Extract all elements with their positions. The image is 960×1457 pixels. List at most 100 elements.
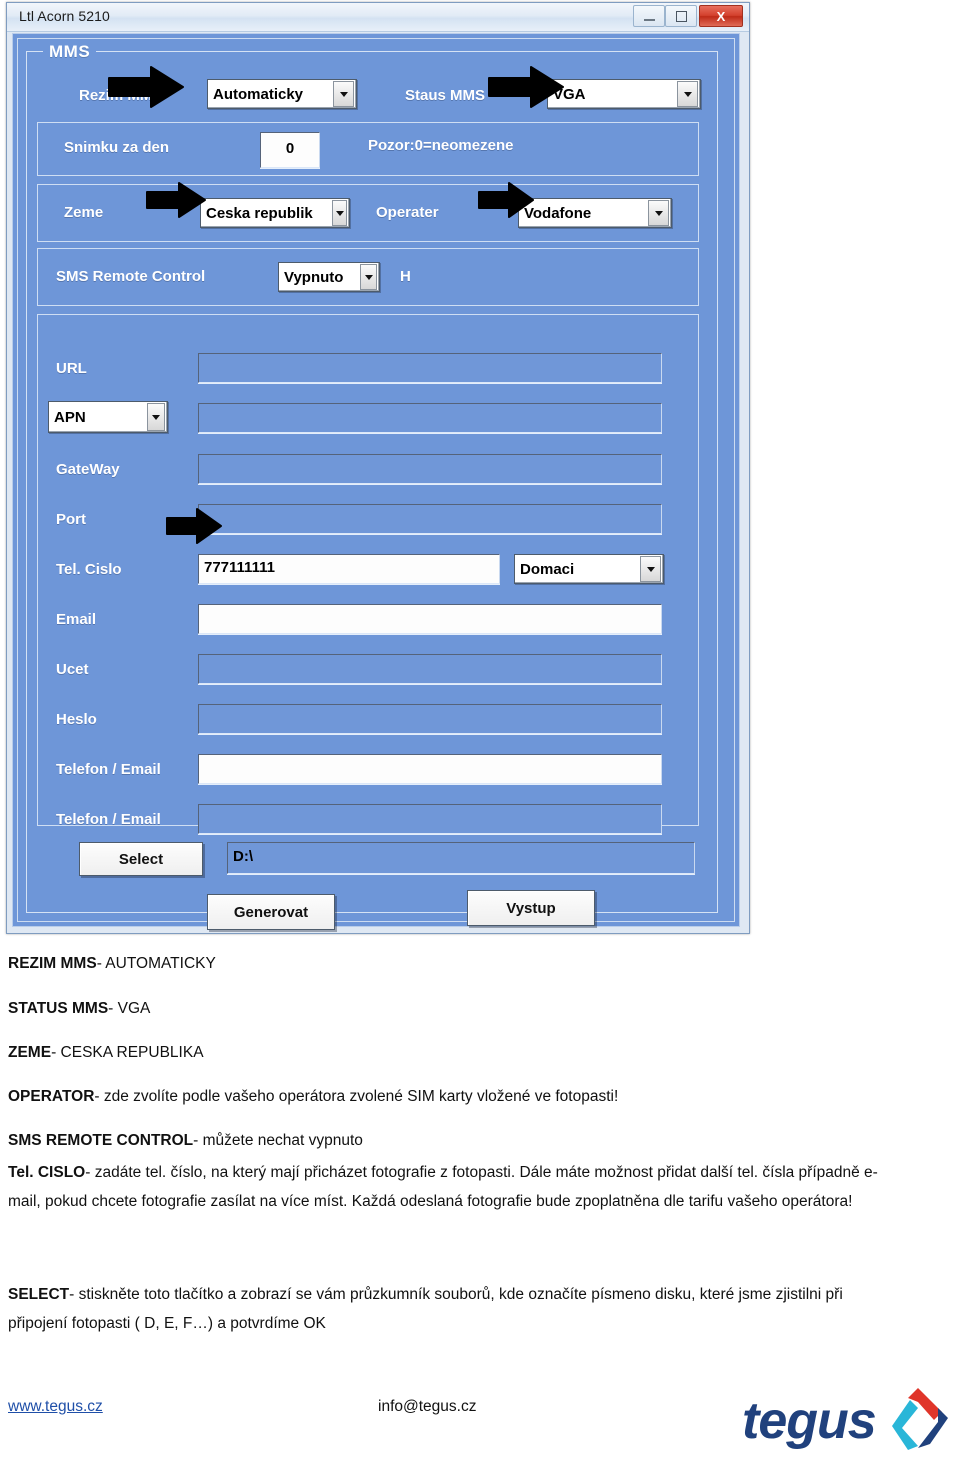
annotation-arrow-tel-cislo — [165, 507, 223, 545]
tel-cislo-mode-combo[interactable]: Domaci — [514, 554, 664, 584]
doc-paragraph-tel-cislo-text: - zadáte tel. číslo, na který mají přich… — [8, 1164, 878, 1210]
operater-combo[interactable]: Vodafone — [518, 198, 672, 228]
ucet-input[interactable] — [198, 654, 662, 684]
window-titlebar[interactable]: Ltl Acorn 5210 X — [7, 3, 749, 32]
staus-mms-value: VGA — [553, 85, 586, 103]
minimize-icon — [643, 18, 655, 21]
chevron-down-icon[interactable] — [677, 81, 698, 107]
apn-combo[interactable]: APN — [48, 401, 168, 433]
select-button[interactable]: Select — [79, 842, 203, 876]
network-fields-panel: URL APN GateWay Port Tel. Cislo 77711111… — [37, 314, 699, 834]
gateway-input[interactable] — [198, 454, 662, 484]
annotation-arrow-rezim-mms — [107, 65, 185, 109]
doc-paragraph-select-text: - stiskněte toto tlačítko a zobrazí se v… — [8, 1286, 843, 1332]
port-input[interactable] — [198, 504, 662, 534]
window-client-area: MMS Rezim MMS Automaticky Staus MMS VGA … — [12, 33, 740, 930]
doc-line-status: STATUS MMS- VGA — [8, 1000, 150, 1018]
close-button[interactable]: X — [699, 5, 743, 27]
doc-line-zeme-text: - CESKA REPUBLIKA — [51, 1044, 204, 1061]
staus-mms-label: Staus MMS — [405, 87, 486, 104]
staus-mms-combo[interactable]: VGA — [547, 79, 701, 109]
doc-paragraph-tel-cislo-term: Tel. CISLO — [8, 1164, 86, 1181]
window-title: Ltl Acorn 5210 — [19, 8, 110, 24]
doc-line-rezim-term: REZIM MMS — [8, 955, 97, 972]
doc-line-zeme: ZEME- CESKA REPUBLIKA — [8, 1044, 204, 1062]
telefon-email-2-input[interactable] — [198, 804, 662, 834]
doc-line-sms-remote: SMS REMOTE CONTROL- můžete nechat vypnut… — [8, 1132, 363, 1150]
ltl-acorn-application-window: Ltl Acorn 5210 X MMS Rezim MMS Automatic… — [6, 2, 750, 934]
doc-line-rezim-text: - AUTOMATICKY — [96, 955, 216, 972]
close-icon: X — [716, 8, 726, 24]
sms-remote-control-label: SMS Remote Control — [56, 268, 206, 285]
doc-paragraph-tel-cislo: Tel. CISLO- zadáte tel. číslo, na který … — [8, 1158, 898, 1216]
zeme-label: Zeme — [64, 204, 104, 221]
tel-cislo-input[interactable]: 777111111 — [198, 554, 500, 584]
chevron-down-icon[interactable] — [640, 556, 661, 582]
operater-value: Vodafone — [524, 204, 592, 222]
vystup-button[interactable]: Vystup — [467, 890, 595, 926]
sms-remote-control-value: Vypnuto — [284, 268, 344, 286]
apn-input[interactable] — [198, 403, 662, 433]
url-input[interactable] — [198, 353, 662, 383]
doc-line-sms-remote-term: SMS REMOTE CONTROL — [8, 1132, 194, 1149]
doc-paragraph-select: SELECT- stiskněte toto tlačítko a zobraz… — [8, 1280, 898, 1338]
tel-cislo-label: Tel. Cislo — [56, 561, 122, 578]
email-label: Email — [56, 611, 97, 628]
doc-line-rezim: REZIM MMS- AUTOMATICKY — [8, 955, 216, 973]
chevron-down-icon[interactable] — [333, 81, 354, 107]
minimize-button[interactable] — [633, 5, 665, 27]
sms-remote-control-combo[interactable]: Vypnuto — [278, 262, 380, 292]
zeme-operater-panel: Zeme Ceska republik Operater Vodafone — [37, 184, 699, 242]
doc-line-operator-text: - zde zvolíte podle vašeho operátora zvo… — [94, 1088, 619, 1105]
telefon-email-1-input[interactable] — [198, 754, 662, 784]
sms-remote-unit-label: H — [400, 268, 411, 285]
mms-groupbox-legend: MMS — [43, 42, 97, 62]
gateway-label: GateWay — [56, 461, 120, 478]
chevron-down-icon[interactable] — [332, 200, 347, 226]
zeme-value: Ceska republik — [206, 204, 313, 222]
sms-remote-panel: SMS Remote Control Vypnuto H — [37, 248, 699, 306]
rezim-mms-value: Automaticky — [213, 85, 304, 103]
footer-website-link[interactable]: www.tegus.cz — [8, 1398, 103, 1416]
svg-text:tegus: tegus — [742, 1392, 876, 1450]
window-inner-panel: MMS Rezim MMS Automaticky Staus MMS VGA … — [17, 38, 735, 930]
generovat-button[interactable]: Generovat — [207, 894, 335, 930]
doc-line-sms-remote-text: - můžete nechat vypnuto — [193, 1132, 363, 1149]
email-input[interactable] — [198, 604, 662, 634]
telefon-email-2-label: Telefon / Email — [56, 811, 161, 828]
generovat-button-label: Generovat — [233, 903, 309, 921]
doc-paragraph-select-term: SELECT — [8, 1286, 70, 1303]
ucet-label: Ucet — [56, 661, 89, 678]
doc-line-operator-term: OPERATOR — [8, 1088, 95, 1105]
chevron-down-icon[interactable] — [147, 403, 165, 431]
annotation-arrow-staus-mms — [487, 65, 565, 109]
annotation-arrow-operater — [477, 181, 535, 219]
snimku-za-den-input[interactable]: 0 — [260, 132, 320, 168]
tel-cislo-mode-value: Domaci — [520, 560, 575, 578]
rezim-mms-combo[interactable]: Automaticky — [207, 79, 357, 109]
snimku-za-den-value: 0 — [285, 140, 295, 157]
telefon-email-1-label: Telefon / Email — [56, 761, 161, 778]
chevron-down-icon[interactable] — [360, 264, 377, 290]
select-button-label: Select — [118, 850, 164, 868]
footer-email-text: info@tegus.cz — [378, 1398, 477, 1415]
tel-cislo-value: 777111111 — [204, 559, 275, 576]
path-value: D:\ — [233, 848, 253, 865]
url-label: URL — [56, 360, 87, 377]
maximize-icon — [675, 10, 687, 22]
operater-label: Operater — [376, 204, 439, 221]
path-input[interactable]: D:\ — [227, 842, 695, 874]
doc-line-operator: OPERATOR- zde zvolíte podle vašeho operá… — [8, 1088, 618, 1106]
vystup-button-label: Vystup — [506, 899, 556, 917]
doc-line-status-term: STATUS MMS — [8, 1000, 109, 1017]
heslo-label: Heslo — [56, 711, 97, 728]
doc-line-status-text: - VGA — [108, 1000, 151, 1017]
doc-line-zeme-term: ZEME — [8, 1044, 52, 1061]
port-label: Port — [56, 511, 86, 528]
apn-label: APN — [54, 408, 86, 426]
maximize-button[interactable] — [665, 5, 697, 27]
zeme-combo[interactable]: Ceska republik — [200, 198, 350, 228]
snimku-panel: Snimku za den 0 Pozor:0=neomezene — [37, 122, 699, 176]
heslo-input[interactable] — [198, 704, 662, 734]
chevron-down-icon[interactable] — [648, 200, 669, 226]
